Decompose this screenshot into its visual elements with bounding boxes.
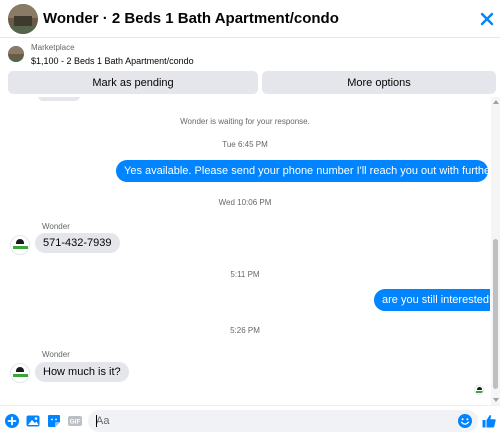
listing-avatar[interactable]	[8, 4, 38, 34]
outgoing-message[interactable]: Yes available. Please send your phone nu…	[116, 160, 490, 182]
like-icon[interactable]	[481, 413, 497, 429]
close-icon[interactable]	[478, 10, 496, 28]
plus-icon[interactable]	[4, 413, 20, 429]
message-timestamp: Wed 10:06 PM	[218, 198, 272, 207]
scroll-up-arrow[interactable]	[493, 100, 499, 104]
chat-header: Wonder · 2 Beds 1 Bath Apartment/condo	[0, 0, 500, 38]
image-icon[interactable]	[25, 413, 41, 429]
seen-receipt-avatar	[474, 385, 484, 395]
listing-source-label: Marketplace	[31, 43, 75, 52]
sender-name: Wonder	[42, 350, 70, 359]
previous-message-bubble	[38, 97, 80, 101]
message-timestamp: 5:26 PM	[230, 326, 260, 335]
message-composer: GIF	[0, 405, 500, 435]
listing-description: $1,100 - 2 Beds 1 Bath Apartment/condo	[31, 56, 194, 66]
scroll-thumb[interactable]	[493, 239, 498, 389]
message-thread: Wonder is waiting for your response. Tue…	[0, 97, 490, 405]
message-input[interactable]	[88, 410, 478, 432]
outgoing-message[interactable]: are you still interested?	[374, 289, 490, 311]
sender-name: Wonder	[42, 222, 70, 231]
waiting-status-note: Wonder is waiting for your response.	[180, 117, 310, 126]
svg-text:GIF: GIF	[70, 419, 81, 426]
incoming-message[interactable]: 571-432-7939	[35, 233, 120, 253]
contact-avatar[interactable]	[10, 235, 30, 255]
sticker-icon[interactable]	[46, 413, 62, 429]
thread-scrollbar[interactable]	[491, 97, 500, 405]
chat-title[interactable]: Wonder · 2 Beds 1 Bath Apartment/condo	[43, 10, 339, 27]
more-options-button[interactable]: More options	[262, 71, 496, 94]
text-caret	[96, 415, 97, 427]
gif-icon[interactable]: GIF	[67, 413, 83, 429]
emoji-icon[interactable]	[457, 413, 473, 429]
marketplace-listing[interactable]: Marketplace $1,100 - 2 Beds 1 Bath Apart…	[0, 39, 500, 70]
message-timestamp: Tue 6:45 PM	[222, 140, 268, 149]
message-timestamp: 5:11 PM	[230, 270, 260, 279]
mark-as-pending-button[interactable]: Mark as pending	[8, 71, 258, 94]
incoming-message[interactable]: How much is it?	[35, 362, 129, 382]
scroll-down-arrow[interactable]	[493, 398, 499, 402]
listing-thumbnail	[8, 46, 24, 62]
contact-avatar[interactable]	[10, 363, 30, 383]
